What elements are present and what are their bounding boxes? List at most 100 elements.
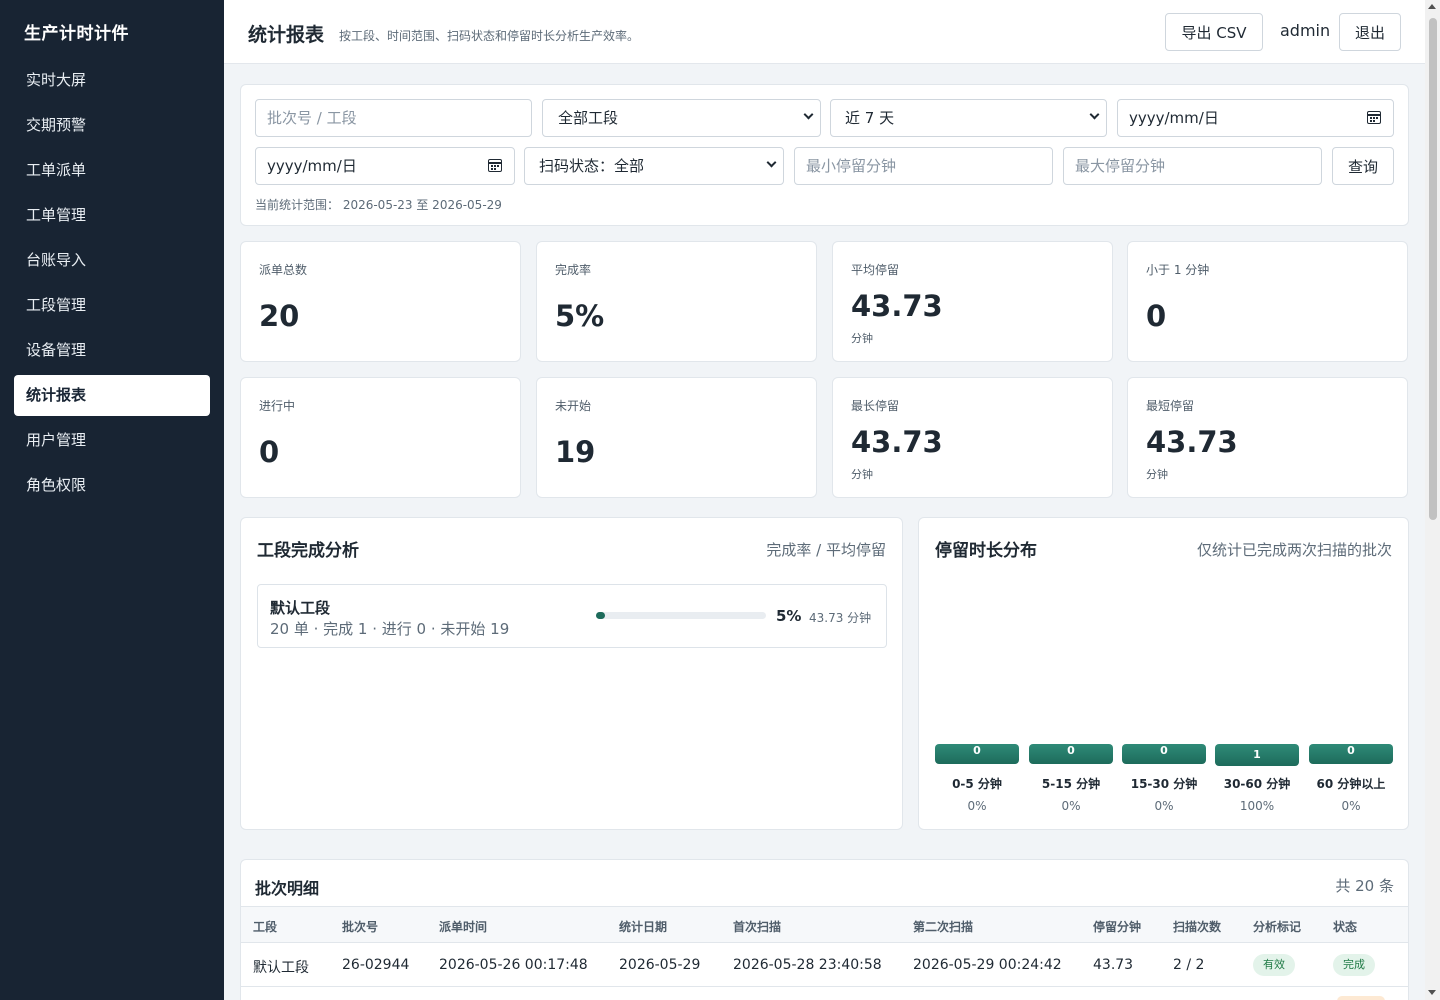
stage-row: 默认工段 20 单 · 完成 1 · 进行 0 · 未开始 19 5% 43.7… <box>257 584 887 648</box>
range-select[interactable]: 近 7 天 <box>830 99 1107 137</box>
chevron-down-icon <box>1089 109 1100 120</box>
export-csv-button[interactable]: 导出 CSV <box>1165 13 1263 51</box>
status-badge-partial <box>1337 996 1385 1000</box>
stage-detail: 20 单 · 完成 1 · 进行 0 · 未开始 19 <box>270 620 510 638</box>
metric-total-dispatch: 派单总数 20 <box>240 241 521 362</box>
cell-batch-no: 26-02944 <box>342 957 410 973</box>
range-select-value: 近 7 天 <box>845 109 895 127</box>
end-date-input[interactable]: yyyy/mm/日 <box>255 147 515 185</box>
stage-name: 默认工段 <box>270 599 331 617</box>
metric-completion-rate: 完成率 5% <box>536 241 817 362</box>
start-date-value: yyyy/mm/日 <box>1129 109 1219 127</box>
metric-in-progress: 进行中 0 <box>240 377 521 498</box>
sidebar-nav: 实时大屏 交期预警 工单派单 工单管理 台账导入 工段管理 设备管理 统计报表 … <box>14 60 210 510</box>
cell-second-scan: 2026-05-29 00:24:42 <box>913 957 1062 973</box>
sidebar-item-ledger-import[interactable]: 台账导入 <box>14 240 210 281</box>
metric-label: 最短停留 <box>1146 399 1195 413</box>
min-dwell-input[interactable]: 最小停留分钟 <box>794 147 1053 185</box>
column-header[interactable]: 扫描次数 <box>1173 918 1221 935</box>
start-date-input[interactable]: yyyy/mm/日 <box>1117 99 1394 137</box>
column-header[interactable]: 停留分钟 <box>1093 918 1141 935</box>
stage-analysis-title: 工段完成分析 <box>257 541 359 561</box>
metric-label: 完成率 <box>555 263 592 277</box>
page-header: 统计报表 按工段、时间范围、扫码状态和停留时长分析生产效率。 导出 CSV ad… <box>224 0 1425 64</box>
column-header[interactable]: 分析标记 <box>1253 918 1301 935</box>
sidebar-item-stages[interactable]: 工段管理 <box>14 285 210 326</box>
metric-under-1-min: 小于 1 分钟 0 <box>1127 241 1408 362</box>
dist-pct-0-5: 0% <box>967 799 987 813</box>
completion-progress-bar <box>596 612 766 619</box>
dist-pct-15-30: 0% <box>1154 799 1174 813</box>
metric-value: 5% <box>555 299 605 333</box>
metric-label: 进行中 <box>259 399 296 413</box>
sidebar-item-work-orders[interactable]: 工单管理 <box>14 195 210 236</box>
scan-status-select[interactable]: 扫码状态：全部 <box>524 147 784 185</box>
stage-select-value: 全部工段 <box>558 109 619 127</box>
column-header[interactable]: 工段 <box>253 918 277 935</box>
dist-label-0-5: 0-5 分钟 <box>952 777 1002 791</box>
logout-button[interactable]: 退出 <box>1339 13 1401 51</box>
sidebar-item-devices[interactable]: 设备管理 <box>14 330 210 371</box>
column-header[interactable]: 状态 <box>1333 918 1357 935</box>
dist-bar-60-plus: 0 <box>1309 744 1393 764</box>
dist-label-5-15: 5-15 分钟 <box>1041 777 1101 791</box>
sidebar-item-delivery-alert[interactable]: 交期预警 <box>14 105 210 146</box>
max-dwell-input[interactable]: 最大停留分钟 <box>1063 147 1322 185</box>
stage-avg-dwell: 43.73 分钟 <box>809 611 872 625</box>
sidebar-item-users[interactable]: 用户管理 <box>14 420 210 461</box>
metric-min-dwell: 最短停留 43.73 分钟 <box>1127 377 1408 498</box>
stage-analysis-panel: 工段完成分析 完成率 / 平均停留 默认工段 20 单 · 完成 1 · 进行 … <box>240 517 903 830</box>
table-count: 共 20 条 <box>1335 877 1394 895</box>
scroll-down-icon[interactable] <box>1428 990 1436 995</box>
stage-completion-rate: 5% <box>776 607 802 625</box>
sidebar-item-dashboard[interactable]: 实时大屏 <box>14 60 210 101</box>
cell-dispatch-time: 2026-05-26 00:17:48 <box>439 957 588 973</box>
dist-label-60-plus: 60 分钟以上 <box>1316 777 1386 791</box>
chevron-down-icon <box>803 109 814 120</box>
metric-max-dwell: 最长停留 43.73 分钟 <box>832 377 1113 498</box>
column-header[interactable]: 派单时间 <box>439 918 487 935</box>
chevron-down-icon <box>766 157 777 168</box>
dist-label-15-30: 15-30 分钟 <box>1130 777 1198 791</box>
query-button[interactable]: 查询 <box>1332 147 1394 185</box>
metric-label: 最长停留 <box>851 399 900 413</box>
stage-select[interactable]: 全部工段 <box>542 99 821 137</box>
current-user: admin <box>1280 21 1331 40</box>
completion-progress-fill <box>596 612 605 619</box>
table-title: 批次明细 <box>255 879 320 898</box>
table-header: 工段 批次号 派单时间 统计日期 首次扫描 第二次扫描 停留分钟 扫描次数 分析… <box>241 906 1408 943</box>
distribution-note: 仅统计已完成两次扫描的批次 <box>1196 541 1392 559</box>
column-header[interactable]: 统计日期 <box>619 918 667 935</box>
metric-value: 43.73 <box>851 289 943 323</box>
cell-scan-count: 2 / 2 <box>1173 957 1205 973</box>
dist-bar-5-15: 0 <box>1029 744 1113 764</box>
metric-unit: 分钟 <box>851 332 873 345</box>
table-row[interactable]: 默认工段 26-02944 2026-05-26 00:17:48 2026-0… <box>241 943 1408 987</box>
metric-label: 小于 1 分钟 <box>1146 263 1210 277</box>
page-subtitle: 按工段、时间范围、扫码状态和停留时长分析生产效率。 <box>339 29 640 43</box>
column-header[interactable]: 首次扫描 <box>733 918 781 935</box>
page-scrollbar[interactable] <box>1425 0 1440 1000</box>
page-title: 统计报表 <box>248 24 325 46</box>
sidebar-item-roles[interactable]: 角色权限 <box>14 465 210 506</box>
scroll-up-icon[interactable] <box>1428 4 1436 9</box>
metric-value: 43.73 <box>1146 425 1238 459</box>
calendar-icon[interactable] <box>1367 111 1381 124</box>
metric-avg-dwell: 平均停留 43.73 分钟 <box>832 241 1113 362</box>
sidebar-item-reports[interactable]: 统计报表 <box>14 375 210 416</box>
sidebar-item-dispatch[interactable]: 工单派单 <box>14 150 210 191</box>
metric-unit: 分钟 <box>1146 468 1168 481</box>
dist-label-30-60: 30-60 分钟 <box>1223 777 1291 791</box>
metric-value: 0 <box>1146 299 1167 333</box>
column-header[interactable]: 批次号 <box>342 918 378 935</box>
calendar-icon[interactable] <box>488 159 502 172</box>
status-badge: 完成 <box>1333 954 1375 976</box>
scrollbar-thumb[interactable] <box>1429 18 1437 520</box>
dist-bar-30-60: 1 <box>1215 744 1299 766</box>
column-header[interactable]: 第二次扫描 <box>913 918 973 935</box>
cell-first-scan: 2026-05-28 23:40:58 <box>733 957 882 973</box>
batch-detail-table: 批次明细 共 20 条 工段 批次号 派单时间 统计日期 首次扫描 第二次扫描 … <box>240 859 1409 1000</box>
batch-search-input[interactable]: 批次号 / 工段 <box>255 99 532 137</box>
dist-bar-15-30: 0 <box>1122 744 1206 764</box>
brand-title: 生产计时计件 <box>24 24 129 44</box>
